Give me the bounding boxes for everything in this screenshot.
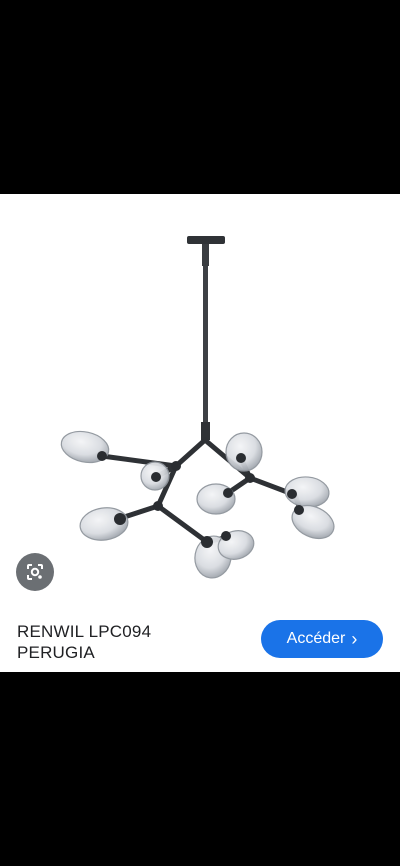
result-title[interactable]: RENWIL LPC094 PERUGIA — [17, 621, 227, 663]
bottom-backdrop — [0, 672, 400, 866]
image-result-card: RENWIL LPC094 PERUGIA Accéder › — [0, 194, 400, 672]
visit-button[interactable]: Accéder › — [261, 620, 383, 658]
result-title-line-2: PERUGIA — [17, 643, 95, 662]
visit-button-label: Accéder — [286, 630, 346, 647]
google-lens-button[interactable] — [16, 553, 54, 591]
google-lens-icon — [27, 564, 43, 580]
chevron-right-icon: › — [351, 628, 358, 649]
chandelier-image[interactable] — [0, 194, 400, 589]
top-backdrop — [0, 0, 400, 194]
result-title-line-1: RENWIL LPC094 — [17, 622, 152, 641]
